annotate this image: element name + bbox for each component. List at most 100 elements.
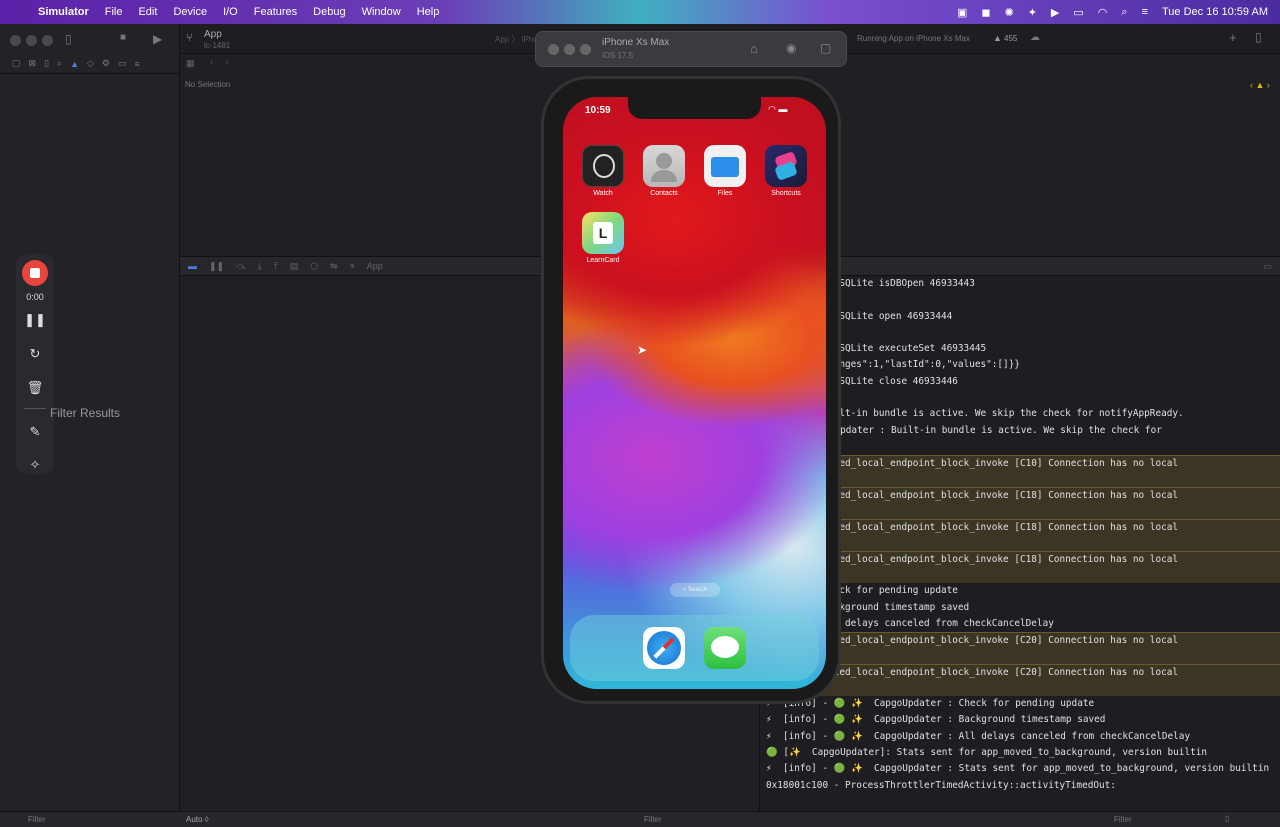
memory-graph-icon[interactable]: ⬡ — [310, 261, 318, 272]
spotlight-label: Search — [688, 587, 708, 593]
menu-window[interactable]: Window — [354, 6, 409, 18]
scheme-name[interactable]: App — [204, 29, 222, 40]
scheme-branch: lc-1481 — [204, 41, 231, 50]
effects-icon[interactable]: ✧ — [16, 457, 54, 473]
restart-icon[interactable]: ↻ — [16, 346, 54, 362]
app-menu[interactable]: Simulator — [30, 6, 97, 18]
editor-grid-icon[interactable]: ▦ — [186, 58, 195, 69]
spotlight-search[interactable]: ⌕ Search — [670, 583, 720, 597]
safari-app-icon[interactable] — [643, 627, 685, 669]
device-name: iPhone Xs Max — [602, 37, 670, 48]
step-out-icon[interactable]: ⤒ — [274, 261, 278, 272]
messages-app-icon[interactable] — [704, 627, 746, 669]
app-label-files: Files — [717, 190, 733, 197]
simulator-title-bar: iPhone Xs Max iOS 17.5 ⌂ ◉ ▢ — [535, 31, 847, 67]
menu-device[interactable]: Device — [165, 6, 215, 18]
issue-nav-icon[interactable]: ‹ ▲ › — [1250, 80, 1270, 90]
report-icon[interactable]: ≡ — [135, 59, 140, 69]
hide-debug-icon[interactable]: ▬ — [188, 261, 197, 271]
screen-recorder-panel: 0:00 ❚❚ ↻ 🗑 ✎ ✧ — [16, 254, 54, 474]
auto-selector[interactable]: Auto ◊ — [186, 815, 209, 824]
add-icon[interactable]: + — [1229, 30, 1237, 45]
step-in-icon[interactable]: ⤓ — [258, 261, 262, 272]
forward-icon[interactable]: › — [225, 57, 228, 68]
menu-debug[interactable]: Debug — [305, 6, 353, 18]
pause-recording-icon[interactable]: ❚❚ — [16, 312, 54, 328]
menu-file[interactable]: File — [97, 6, 131, 18]
stop-recording-button[interactable] — [22, 260, 48, 286]
sim-zoom-button[interactable] — [580, 44, 591, 55]
environment-icon[interactable]: ⇋ — [330, 261, 338, 272]
location-icon[interactable]: ⌖ — [350, 261, 355, 272]
menu-io[interactable]: I/O — [215, 6, 246, 18]
console-line: ⚡ [info] - 🟢 ✨ CapgoUpdater : Background… — [766, 714, 1106, 726]
find-icon[interactable]: ⌕ — [57, 58, 62, 69]
cloud-icon[interactable]: ☁ — [1030, 32, 1040, 43]
back-icon[interactable]: ‹ — [210, 57, 213, 68]
panel-toggle-icon[interactable]: ▭ — [1263, 261, 1272, 272]
rotate-icon[interactable]: ▢ — [820, 41, 831, 55]
status-time: 10:59 — [585, 105, 611, 116]
battery-icon[interactable]: ▭ — [1073, 6, 1083, 19]
navigator-tabs: ▢ ⊠ ▯ ⌕ ▲ ◇ ⚙ ▭ ≡ — [0, 54, 180, 74]
app-status-icon[interactable]: ◼ — [981, 6, 990, 19]
mouse-cursor-icon: ➤ — [637, 343, 648, 357]
files-app-icon[interactable] — [704, 145, 746, 187]
menu-help[interactable]: Help — [409, 6, 448, 18]
sidebar-filter-input[interactable]: Filter — [28, 815, 46, 824]
bookmark-icon[interactable]: ▯ — [44, 58, 49, 69]
console-filter-input[interactable]: Filter — [1114, 815, 1132, 824]
home-icon[interactable]: ⌂ — [750, 41, 758, 56]
status-area: ▣ ◼ ✺ ✦ ▶ ▭ ◠ ⌕ ≡ Tue Dec 16 10:59 AM — [957, 6, 1280, 19]
learncard-app-icon[interactable]: L — [582, 212, 624, 254]
console-line: ⚡ [info] - 🟢 ✨ CapgoUpdater : Check for … — [766, 698, 1095, 710]
zoom-button[interactable] — [42, 35, 53, 46]
inspector-toggle-icon[interactable]: ▯ — [1255, 30, 1262, 44]
no-selection-label: No Selection — [185, 80, 231, 89]
trash-icon[interactable]: ▯ — [1225, 814, 1229, 823]
step-over-icon[interactable]: ⤼ — [236, 261, 246, 272]
shortcuts-app-icon[interactable] — [765, 145, 807, 187]
sim-close-button[interactable] — [548, 44, 559, 55]
iphone-device: 10:59 ◠ ▬ Watch Contacts Files Shortcuts… — [541, 76, 841, 704]
test-icon[interactable]: ◇ — [87, 58, 94, 69]
clock[interactable]: Tue Dec 16 10:59 AM — [1162, 6, 1268, 18]
os-version: iOS 17.5 — [602, 51, 634, 60]
screenshot-icon[interactable]: ◉ — [786, 41, 796, 55]
warning-count[interactable]: 455 — [1004, 34, 1017, 43]
pause-icon[interactable]: ❚❚ — [209, 261, 224, 272]
openai-icon[interactable]: ✺ — [1004, 6, 1013, 19]
home-screen[interactable]: 10:59 ◠ ▬ Watch Contacts Files Shortcuts… — [563, 97, 826, 689]
menu-edit[interactable]: Edit — [130, 6, 165, 18]
wifi-icon[interactable]: ◠ — [1098, 6, 1108, 19]
search-icon[interactable]: ⌕ — [1121, 6, 1127, 19]
close-button[interactable] — [10, 35, 21, 46]
debug-navigator-icon[interactable]: ⚙ — [102, 58, 110, 69]
watch-app-icon[interactable] — [582, 145, 624, 187]
view-hierarchy-icon[interactable]: ▤ — [290, 261, 299, 272]
debug-target-label[interactable]: App — [367, 261, 383, 271]
breakpoint-icon[interactable]: ▭ — [118, 58, 127, 69]
bottom-bar: Filter Auto ◊ Filter Filter ▯ — [0, 811, 1280, 827]
sparkle-icon[interactable]: ✦ — [1028, 6, 1037, 19]
minimize-button[interactable] — [26, 35, 37, 46]
screen-mirror-icon[interactable]: ▣ — [957, 6, 967, 19]
variables-filter-input[interactable]: Filter — [644, 815, 662, 824]
trash-icon[interactable]: 🗑 — [16, 380, 54, 396]
sidebar-toggle-icon[interactable]: ▯ — [65, 32, 72, 46]
project-navigator-icon[interactable]: ▢ — [12, 58, 21, 69]
menu-features[interactable]: Features — [246, 6, 305, 18]
sim-minimize-button[interactable] — [564, 44, 575, 55]
issue-icon[interactable]: ▲ — [70, 59, 79, 69]
branch-icon: ⑂ — [186, 32, 193, 44]
console-line: ⚡ [info] - 🟢 ✨ CapgoUpdater : Stats sent… — [766, 763, 1270, 775]
run-icon[interactable]: ▶ — [153, 32, 162, 46]
stop-icon[interactable]: ■ — [120, 32, 126, 43]
warning-icon[interactable]: ▲ — [993, 33, 1002, 43]
control-center-icon[interactable]: ≡ — [1142, 6, 1148, 18]
dock — [570, 615, 819, 681]
play-icon[interactable]: ▶ — [1051, 6, 1059, 19]
source-control-icon[interactable]: ⊠ — [29, 58, 37, 69]
contacts-app-icon[interactable] — [643, 145, 685, 187]
annotate-icon[interactable]: ✎ — [16, 424, 54, 440]
